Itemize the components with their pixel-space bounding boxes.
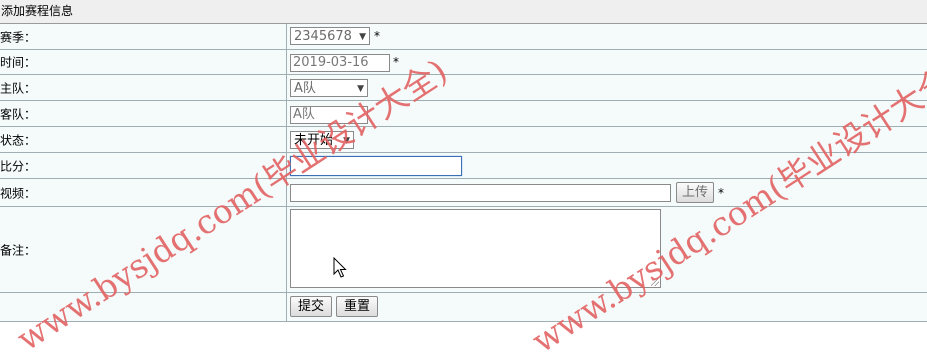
chevron-down-icon: ▼ [357,84,364,94]
resize-grip-icon[interactable] [651,278,659,286]
upload-button[interactable]: 上传 [676,182,714,203]
row-home-team: 主队： A队 ▼ [0,75,927,101]
chevron-down-icon: ▼ [359,32,366,42]
home-team-label: 主队： [0,81,37,95]
away-team-label: 客队： [0,107,37,121]
status-select[interactable]: 未开始 ▼ [290,131,354,149]
submit-button[interactable]: 提交 [290,296,332,317]
time-required-mark: * [393,55,399,69]
away-team-input[interactable]: A队 [290,106,368,124]
row-actions: 提交 重置 [0,293,927,322]
form-title: 添加赛程信息 [1,4,74,18]
time-label: 时间： [0,55,37,70]
reset-button[interactable]: 重置 [336,296,378,317]
row-away-team: 客队： A队 [0,101,927,127]
time-input[interactable]: 2019-03-16 [290,54,390,72]
notes-label: 备注： [0,243,37,257]
score-input[interactable] [290,156,462,176]
season-label: 赛季： [0,30,37,44]
row-notes: 备注： [0,207,927,293]
form-title-bar: 添加赛程信息 [0,0,927,24]
form-panel: 添加赛程信息 赛季： 2345678 ▼ * 时间： 2019-03-16 * … [0,0,927,322]
season-required-mark: * [374,29,380,43]
mouse-cursor-icon [333,257,347,278]
chevron-down-icon: ▼ [343,136,350,146]
video-required-mark: * [718,186,724,200]
row-season: 赛季： 2345678 ▼ * [0,24,927,50]
home-team-select[interactable]: A队 ▼ [290,79,368,97]
score-label: 比分： [0,159,37,173]
video-label: 视频： [0,186,37,200]
season-select[interactable]: 2345678 ▼ [290,27,370,45]
row-status: 状态： 未开始 ▼ [0,127,927,153]
row-score: 比分： [0,153,927,179]
row-video: 视频： 上传 * [0,179,927,207]
row-time: 时间： 2019-03-16 * [0,50,927,75]
video-path-input[interactable] [290,184,671,202]
status-label: 状态： [0,133,37,147]
